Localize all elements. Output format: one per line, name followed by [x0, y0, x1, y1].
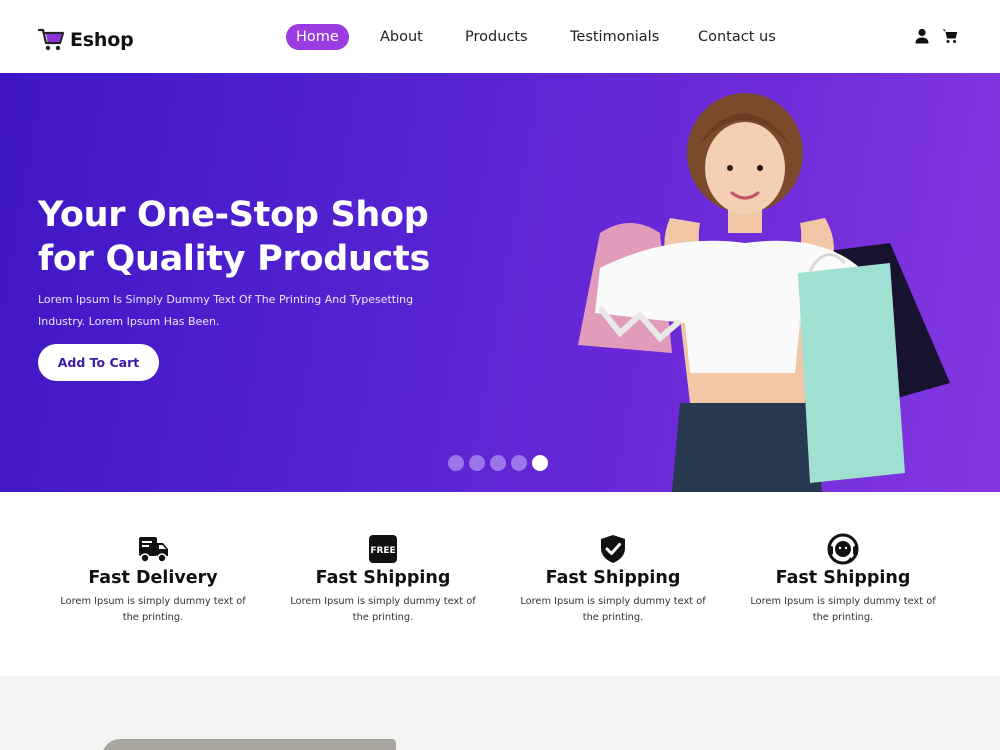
- carousel-dot[interactable]: [469, 455, 485, 471]
- free-badge-text: FREE: [370, 546, 395, 556]
- support-agent-icon: [827, 533, 859, 565]
- features-section: Fast Delivery Lorem Ipsum is simply dumm…: [0, 492, 1000, 676]
- hero-title: Your One-Stop Shop for Quality Products: [38, 193, 498, 281]
- feature-title: Fast Delivery: [88, 568, 218, 588]
- carousel-dot[interactable]: [490, 455, 506, 471]
- feature-title: Fast Shipping: [775, 568, 911, 588]
- hero-banner: Your One-Stop Shop for Quality Products …: [0, 73, 1000, 492]
- hero-description: Lorem Ipsum Is Simply Dummy Text Of The …: [38, 293, 414, 328]
- lower-section: [0, 676, 1000, 750]
- carousel-indicators: [448, 455, 553, 471]
- feature-card: Fast Delivery Lorem Ipsum is simply dumm…: [38, 532, 268, 625]
- nav-home[interactable]: Home: [286, 24, 349, 50]
- feature-description: Lorem Ipsum is simply dummy text of the …: [520, 596, 706, 623]
- feature-card: Fast Shipping Lorem Ipsum is simply dumm…: [728, 532, 958, 625]
- nav-products[interactable]: Products: [465, 24, 528, 50]
- carousel-dot[interactable]: [511, 455, 527, 471]
- carousel-dot-active[interactable]: [532, 455, 548, 471]
- feature-description: Lorem Ipsum is simply dummy text of the …: [290, 596, 476, 623]
- shopping-woman-image: [578, 93, 950, 492]
- cart-icon[interactable]: [942, 28, 958, 44]
- add-to-cart-button[interactable]: Add To Cart: [38, 344, 159, 381]
- nav-contact-us[interactable]: Contact us: [698, 24, 776, 50]
- feature-card: FREE Fast Shipping Lorem Ipsum is simply…: [268, 532, 498, 625]
- product-image-placeholder: [102, 739, 396, 750]
- feature-title: Fast Shipping: [315, 568, 451, 588]
- user-icon[interactable]: [914, 28, 930, 44]
- nav-about[interactable]: About: [380, 24, 423, 50]
- shield-check-icon: [601, 535, 625, 563]
- main-nav: Home About Products Testimonials Contact…: [0, 24, 1000, 50]
- feature-description: Lorem Ipsum is simply dummy text of the …: [60, 596, 246, 623]
- carousel-dot[interactable]: [448, 455, 464, 471]
- nav-testimonials[interactable]: Testimonials: [570, 24, 659, 50]
- feature-card: Fast Shipping Lorem Ipsum is simply dumm…: [498, 532, 728, 625]
- delivery-truck-icon: [139, 537, 168, 563]
- hero-title-line-1: Your One-Stop Shop: [38, 195, 429, 235]
- site-header: Eshop Home About Products Testimonials C…: [0, 0, 1000, 73]
- free-badge-icon: FREE: [369, 535, 397, 563]
- hero-title-line-2: for Quality Products: [38, 239, 430, 279]
- feature-title: Fast Shipping: [545, 568, 681, 588]
- feature-description: Lorem Ipsum is simply dummy text of the …: [750, 596, 936, 623]
